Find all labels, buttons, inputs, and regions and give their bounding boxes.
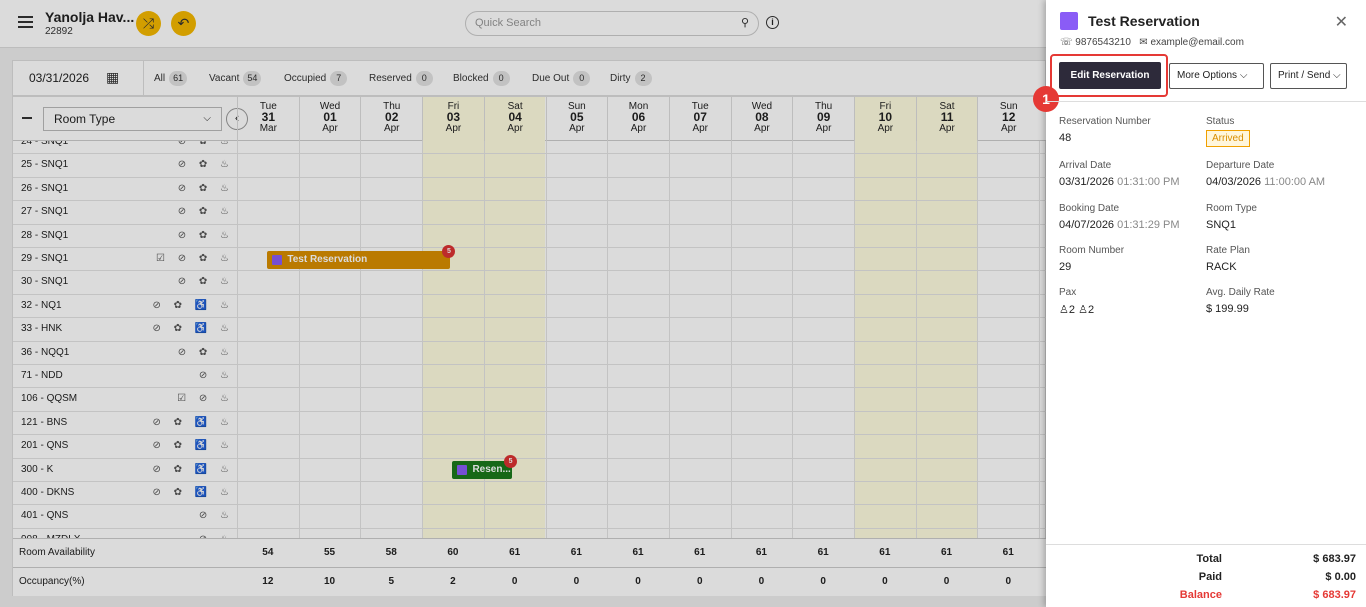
totals-section: Total $ 683.97 Paid $ 0.00 Balance $ 683… [1046,544,1366,607]
balance-value: $ 683.97 [1313,589,1356,601]
field-pax: Pax ♙2 ♙2 [1059,287,1095,316]
reservation-panel: Test Reservation ✕ ☏ 9876543210 ✉ exampl… [1033,0,1366,607]
more-options-button[interactable]: More Options ⌵ [1169,63,1264,89]
status-badge: Arrived [1206,130,1250,147]
field-status: Status Arrived [1206,116,1250,147]
adult-icon: ♙ [1059,304,1069,316]
modal-overlay[interactable] [0,0,1046,607]
field-booking-date: Booking Date 04/07/2026 01:31:29 PM [1059,203,1180,231]
total-label: Total [1196,553,1222,565]
chevron-down-icon: ⌵ [1239,70,1248,81]
email: example@email.com [1150,37,1244,48]
step-badge: 1 [1033,86,1059,112]
chevron-down-icon: ⌵ [1333,70,1341,81]
field-departure-date: Departure Date 04/03/2026 11:00:00 AM [1206,160,1326,188]
field-room-number: Room Number 29 [1059,245,1125,273]
building-icon [1060,12,1078,30]
paid-label: Paid [1198,571,1222,583]
field-reservation-number: Reservation Number 48 [1059,116,1151,144]
divider [1046,101,1366,102]
email-icon: ✉ [1139,37,1148,48]
field-rate-plan: Rate Plan RACK [1206,245,1250,273]
print-send-button[interactable]: Print / Send ⌵ [1270,63,1347,89]
balance-label: Balance [1179,589,1222,601]
child-icon: ♙ [1078,304,1088,316]
field-arrival-date: Arrival Date 03/31/2026 01:31:00 PM [1059,160,1180,188]
contact-info: ☏ 9876543210 ✉ example@email.com [1060,37,1244,48]
phone: 9876543210 [1075,37,1131,48]
field-room-type: Room Type SNQ1 [1206,203,1257,231]
close-icon[interactable]: ✕ [1335,12,1348,32]
total-value: $ 683.97 [1313,553,1356,565]
paid-value: $ 0.00 [1325,571,1356,583]
phone-icon: ☏ [1060,37,1073,48]
panel-title: Test Reservation [1088,13,1200,29]
edit-reservation-button[interactable]: Edit Reservation [1059,62,1161,89]
field-avg-daily-rate: Avg. Daily Rate $ 199.99 [1206,287,1275,315]
